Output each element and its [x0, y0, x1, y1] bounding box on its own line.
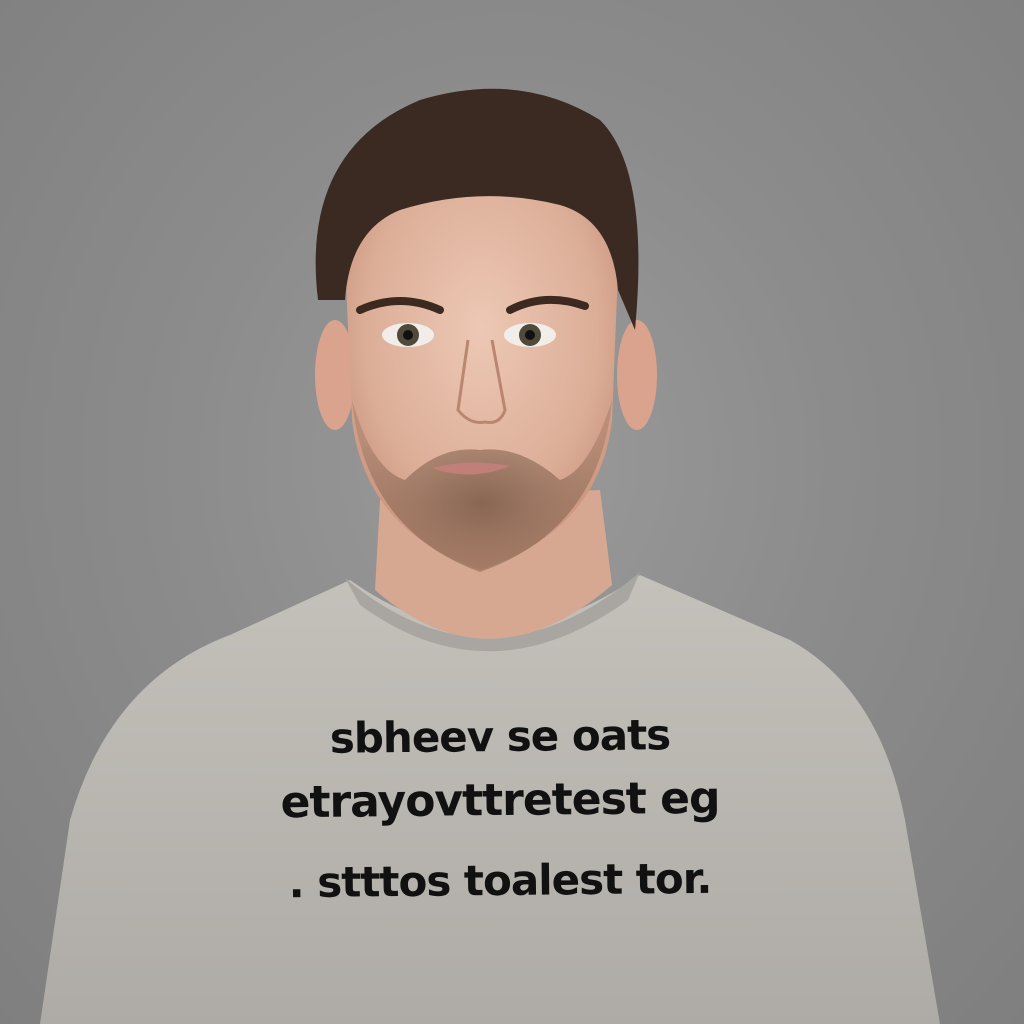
right-pupil [525, 330, 535, 340]
left-pupil [403, 330, 413, 340]
shirt-print-line-3: . stttos toalest tor. [288, 853, 712, 908]
shirt-print-line-1: sbheev se oats [329, 710, 671, 763]
right-ear [617, 320, 657, 430]
shirt-print-line-2: etrayovttretest eg [280, 772, 720, 829]
